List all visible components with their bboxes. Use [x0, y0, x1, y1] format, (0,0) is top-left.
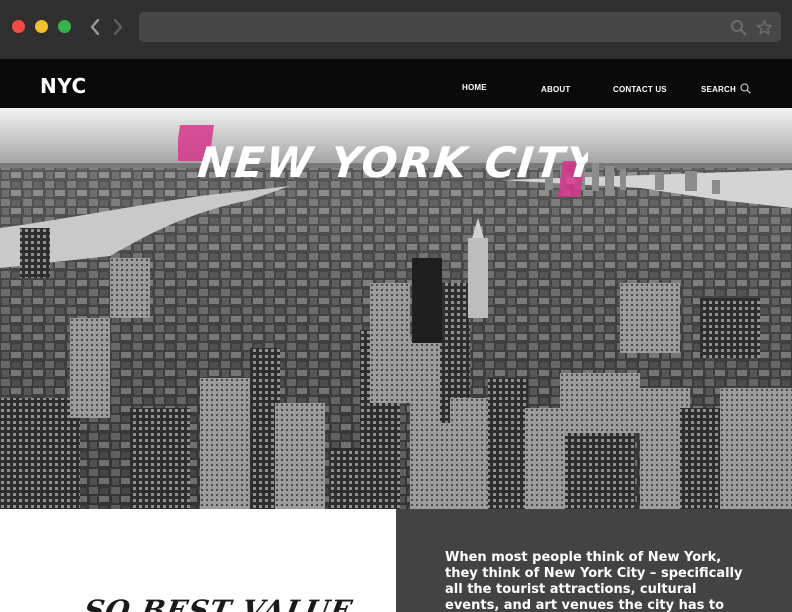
content-right-panel: When most people think of New York, they…	[396, 509, 792, 612]
search-icon	[740, 83, 751, 94]
site-header: NYC HOME ABOUT CONTACT US SEARCH	[0, 59, 792, 108]
intro-paragraph: When most people think of New York, they…	[445, 550, 743, 612]
nav-contact-us[interactable]: CONTACT US	[613, 85, 667, 94]
nav-search[interactable]: SEARCH	[701, 83, 751, 94]
section-heading: SO BEST VALUE	[81, 594, 356, 612]
address-bar[interactable]	[139, 12, 781, 42]
hero-title-text: NEW YORK CITY	[195, 138, 588, 187]
hero-title-graphic: NEW YORK CITY	[178, 125, 588, 197]
maximize-window-button[interactable]	[58, 20, 71, 33]
nav-home[interactable]: HOME	[462, 83, 487, 92]
chevron-right-icon	[113, 19, 123, 35]
hero-banner: NEW YORK CITY	[0, 108, 792, 509]
browser-toolbar	[0, 0, 792, 59]
nav-about[interactable]: ABOUT	[541, 85, 570, 94]
search-icon[interactable]	[730, 19, 747, 36]
nav-search-label: SEARCH	[701, 85, 736, 94]
close-window-button[interactable]	[12, 20, 25, 33]
site-logo[interactable]: NYC	[40, 74, 87, 98]
back-button[interactable]	[87, 15, 103, 39]
forward-button[interactable]	[110, 15, 126, 39]
minimize-window-button[interactable]	[35, 20, 48, 33]
content-left-panel: SO BEST VALUE	[0, 509, 396, 612]
star-icon[interactable]	[756, 19, 773, 36]
chevron-left-icon	[90, 19, 100, 35]
